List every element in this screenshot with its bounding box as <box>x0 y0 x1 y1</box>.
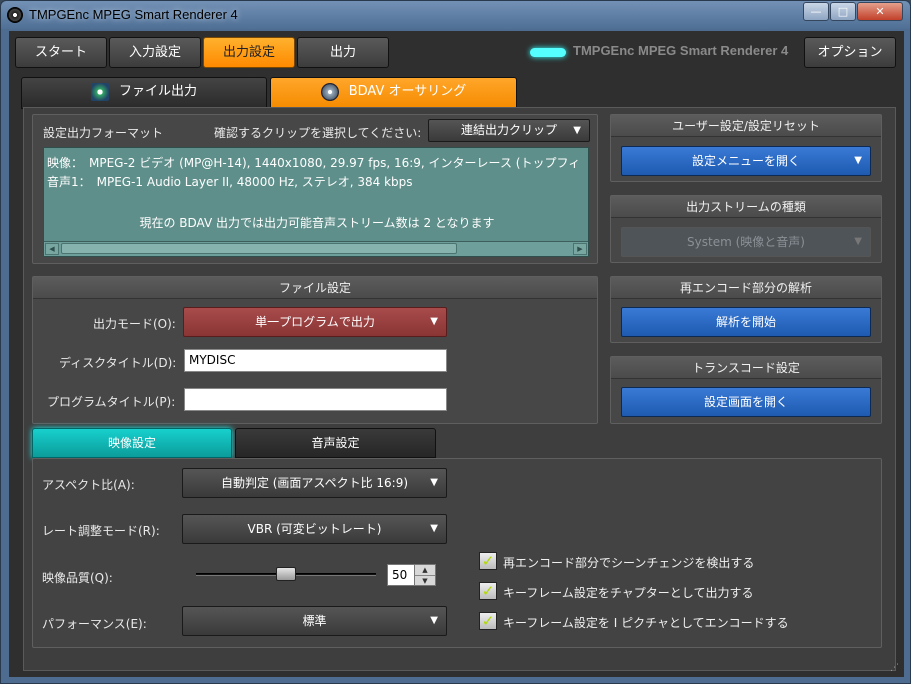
keyframe-ipicture-checkbox[interactable]: ✓ <box>479 612 497 630</box>
disc-title-label: ディスクタイトル(D): <box>59 356 177 370</box>
bdav-panel: 設定出力フォーマット 確認するクリップを選択してください: 連結出力クリップ ▼… <box>23 107 896 671</box>
stream-type-group: 出力ストリームの種類 System (映像と音声) ▼ <box>610 195 882 263</box>
client-area: スタート 入力設定 出力設定 出力 TMPGEnc MPEG Smart Ren… <box>9 31 904 677</box>
keyframe-chapter-checkbox[interactable]: ✓ <box>479 582 497 600</box>
tab-file-output[interactable]: ファイル出力 <box>21 77 267 109</box>
output-mode-label: 出力モード(O): <box>93 317 176 331</box>
open-transcode-settings-button[interactable]: 設定画面を開く <box>621 387 871 417</box>
resize-grip-icon[interactable]: ⋰ <box>890 663 900 673</box>
close-button[interactable]: ✕ <box>857 2 903 21</box>
chevron-down-icon: ▼ <box>430 523 438 534</box>
performance-value: 標準 <box>302 614 327 628</box>
program-title-label: プログラムタイトル(P): <box>47 395 176 409</box>
chevron-down-icon: ▼ <box>573 125 581 136</box>
chevron-down-icon: ▼ <box>430 316 438 327</box>
quality-slider-thumb[interactable] <box>276 567 296 581</box>
video-settings-panel: アスペクト比(A): 自動判定 (画面アスペクト比 16:9) ▼ レート調整モ… <box>32 458 882 648</box>
performance-label: パフォーマンス(E): <box>42 617 147 631</box>
brand-text: TMPGEnc MPEG Smart Renderer 4 <box>573 43 789 58</box>
clip-select-dropdown[interactable]: 連結出力クリップ ▼ <box>428 119 590 142</box>
disc-icon <box>320 82 339 101</box>
keyframe-chapter-label: キーフレーム設定をチャプターとして出力する <box>503 586 754 600</box>
file-settings-header: ファイル設定 <box>33 277 597 299</box>
nav-output-settings-button[interactable]: 出力設定 <box>203 37 295 68</box>
scroll-left-icon[interactable]: ◀ <box>45 243 59 255</box>
chevron-down-icon: ▼ <box>430 477 438 488</box>
format-horizontal-scrollbar[interactable]: ◀ ▶ <box>44 241 588 256</box>
rate-mode-dropdown[interactable]: VBR (可変ビットレート) ▼ <box>182 514 447 544</box>
aspect-dropdown[interactable]: 自動判定 (画面アスペクト比 16:9) ▼ <box>182 468 447 498</box>
format-note: 現在の BDAV 出力では出力可能音声ストリーム数は 2 となります <box>139 216 495 230</box>
open-settings-menu-button[interactable]: 設定メニューを開く ▼ <box>621 146 871 176</box>
stream-type-value: System (映像と音声) <box>687 235 805 249</box>
scroll-right-icon[interactable]: ▶ <box>573 243 587 255</box>
open-settings-menu-label: 設定メニューを開く <box>691 154 800 168</box>
app-window: TMPGEnc MPEG Smart Renderer 4 — □ ✕ スタート… <box>0 0 911 684</box>
clip-select-value: 連結出力クリップ <box>460 123 557 137</box>
scene-change-checkbox[interactable]: ✓ <box>479 552 497 570</box>
format-video-line: 映像： MPEG-2 ビデオ (MP@H-14), 1440x1080, 29.… <box>47 156 581 170</box>
keyframe-ipicture-label: キーフレーム設定を I ピクチャとしてエンコードする <box>503 616 789 630</box>
output-mode-value: 単一プログラムで出力 <box>255 315 375 329</box>
tab-audio-settings[interactable]: 音声設定 <box>235 428 436 458</box>
tab-file-output-label: ファイル出力 <box>118 84 197 99</box>
quality-label: 映像品質(Q): <box>42 571 113 585</box>
format-label: 設定出力フォーマット <box>43 126 164 140</box>
spin-up-icon[interactable]: ▲ <box>415 565 435 575</box>
format-group: 設定出力フォーマット 確認するクリップを選択してください: 連結出力クリップ ▼… <box>32 114 598 264</box>
clip-prompt-label: 確認するクリップを選択してください: <box>214 126 422 140</box>
file-settings-group: ファイル設定 出力モード(O): 単一プログラムで出力 ▼ ディスクタイトル(D… <box>32 276 598 424</box>
reencode-analysis-group: 再エンコード部分の解析 解析を開始 <box>610 276 882 343</box>
window-title: TMPGEnc MPEG Smart Renderer 4 <box>29 7 238 22</box>
program-title-input[interactable] <box>184 388 447 411</box>
stream-type-header: 出力ストリームの種類 <box>611 196 881 218</box>
aspect-label: アスペクト比(A): <box>42 478 135 492</box>
stream-type-dropdown: System (映像と音声) ▼ <box>621 227 871 257</box>
scrollbar-thumb[interactable] <box>61 243 457 254</box>
minimize-button[interactable]: — <box>803 2 829 21</box>
chevron-down-icon: ▼ <box>430 615 438 626</box>
maximize-button[interactable]: □ <box>830 2 856 21</box>
nav-input-settings-button[interactable]: 入力設定 <box>109 37 201 68</box>
tab-bdav-authoring[interactable]: BDAV オーサリング <box>270 77 517 109</box>
start-analysis-button[interactable]: 解析を開始 <box>621 307 871 337</box>
reencode-analysis-header: 再エンコード部分の解析 <box>611 277 881 299</box>
rate-mode-value: VBR (可変ビットレート) <box>247 522 382 536</box>
nav-output-button[interactable]: 出力 <box>297 37 389 68</box>
tab-video-settings[interactable]: 映像設定 <box>32 428 232 458</box>
format-info-box: 映像： MPEG-2 ビデオ (MP@H-14), 1440x1080, 29.… <box>43 147 589 257</box>
quality-input[interactable]: 50 <box>387 564 415 586</box>
quality-spinner[interactable]: ▲ ▼ <box>414 564 436 586</box>
nav-start-button[interactable]: スタート <box>15 37 107 68</box>
options-button[interactable]: オプション <box>804 37 896 68</box>
rate-mode-label: レート調整モード(R): <box>42 524 160 538</box>
user-settings-header: ユーザー設定/設定リセット <box>611 115 881 137</box>
aspect-value: 自動判定 (画面アスペクト比 16:9) <box>220 476 409 490</box>
transcode-settings-header: トランスコード設定 <box>611 357 881 379</box>
tab-bdav-authoring-label: BDAV オーサリング <box>348 84 467 99</box>
chevron-down-icon: ▼ <box>854 236 862 247</box>
scene-change-label: 再エンコード部分でシーンチェンジを検出する <box>503 556 755 570</box>
app-icon <box>7 7 23 23</box>
disc-title-input[interactable]: MYDISC <box>184 349 447 372</box>
user-settings-group: ユーザー設定/設定リセット 設定メニューを開く ▼ <box>610 114 882 182</box>
transcode-settings-group: トランスコード設定 設定画面を開く <box>610 356 882 424</box>
brand-led-icon <box>530 48 566 57</box>
chevron-down-icon: ▼ <box>854 155 862 166</box>
performance-dropdown[interactable]: 標準 ▼ <box>182 606 447 636</box>
format-audio-line: 音声1： MPEG-1 Audio Layer II, 48000 Hz, ステ… <box>47 175 413 189</box>
file-output-icon <box>90 82 109 101</box>
output-mode-dropdown[interactable]: 単一プログラムで出力 ▼ <box>183 307 447 337</box>
spin-down-icon[interactable]: ▼ <box>415 575 435 585</box>
title-bar[interactable]: TMPGEnc MPEG Smart Renderer 4 — □ ✕ <box>1 1 910 29</box>
